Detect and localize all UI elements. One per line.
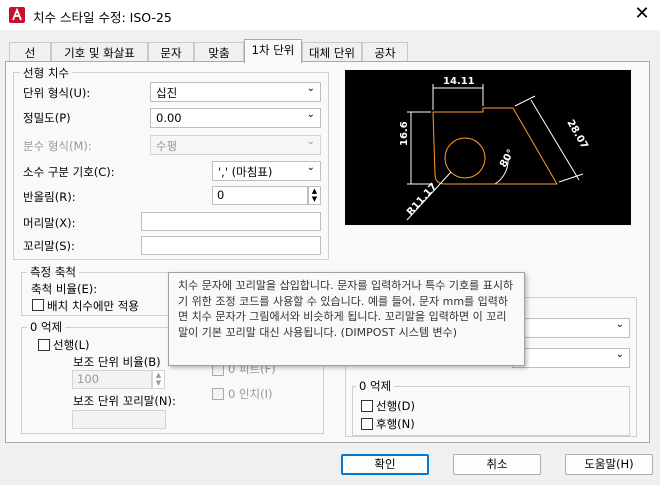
decimal-separator-value: ',' (마침표): [218, 165, 273, 179]
suffix-tooltip: 치수 문자에 꼬리말을 삽입합니다. 문자를 입력하거나 특수 기호를 표시하기…: [168, 272, 525, 366]
unit-format-label: 단위 형식(U):: [23, 86, 91, 100]
chevron-down-icon: ⌄: [306, 162, 315, 173]
tab-lines[interactable]: 선: [9, 42, 51, 62]
suffix-input[interactable]: [141, 236, 321, 255]
preview-dim-left: 16.6: [399, 121, 410, 146]
unit-format-value: 십진: [156, 86, 178, 100]
leading-zero-checkbox[interactable]: [38, 339, 50, 351]
fraction-format-select[interactable]: 수평 ⌄: [150, 135, 321, 155]
sub-unit-suffix-input[interactable]: [72, 410, 166, 429]
help-button[interactable]: 도움말(H): [565, 454, 653, 475]
leading-zero-label: 선행(L): [53, 338, 90, 352]
decimal-separator-label: 소수 구분 기호(C):: [23, 165, 115, 179]
decimal-separator-select[interactable]: ',' (마침표) ⌄: [212, 161, 321, 181]
preview-radius: R11.17: [405, 181, 440, 218]
layout-only-checkbox[interactable]: [32, 299, 44, 311]
window-title: 치수 스타일 수정: ISO-25: [33, 10, 172, 25]
linear-group-title: 선형 치수: [20, 65, 72, 81]
zero-suppression-title: 0 억제: [27, 319, 66, 335]
sub-unit-factor-label: 보조 단위 비율(B): [73, 355, 161, 369]
preview-dim-right: 28.07: [564, 118, 589, 151]
precision-label: 정밀도(P): [23, 111, 71, 125]
roundoff-input[interactable]: 0: [212, 186, 308, 205]
zero-suppression-right-title: 0 억제: [356, 378, 395, 394]
tab-tolerances[interactable]: 공차: [362, 42, 408, 62]
chevron-down-icon: ⌄: [306, 136, 315, 147]
dimension-preview: 14.11 16.6 28.07 80° R11.17: [345, 70, 631, 225]
prefix-label: 머리말(X):: [23, 216, 76, 230]
tab-fit[interactable]: 맞춤: [194, 42, 244, 62]
chevron-down-icon: ⌄: [615, 319, 624, 330]
precision-select[interactable]: 0.00 ⌄: [150, 108, 321, 128]
prefix-input[interactable]: [141, 212, 321, 231]
zero-inches-label: 0 인치(I): [228, 387, 273, 401]
scale-group-title: 측정 축척: [27, 264, 79, 280]
tab-primary-units[interactable]: 1차 단위: [244, 39, 302, 63]
chevron-down-icon: ⌄: [306, 83, 315, 94]
leading-d-checkbox[interactable]: [361, 400, 373, 412]
chevron-down-icon: ⌄: [615, 349, 624, 360]
precision-value: 0.00: [156, 111, 182, 125]
roundoff-spinner[interactable]: ▲ ▼: [308, 186, 321, 205]
unit-format-select[interactable]: 십진 ⌄: [150, 82, 321, 102]
trailing-n-label: 후행(N): [376, 417, 415, 431]
preview-drawing: 14.11 16.6 28.07 80° R11.17: [399, 76, 590, 221]
preview-angle: 80°: [498, 148, 517, 170]
tab-alternate-units[interactable]: 대체 단위: [302, 42, 362, 62]
chevron-down-icon: ⌄: [306, 109, 315, 120]
leading-d-label: 선행(D): [376, 399, 415, 413]
preview-dim-top: 14.11: [443, 76, 475, 87]
right-select-1[interactable]: ⌄: [512, 318, 630, 338]
fraction-format-value: 수평: [156, 139, 178, 153]
right-select-2[interactable]: ⌄: [512, 348, 630, 368]
autocad-app-icon: [9, 7, 25, 23]
layout-only-label: 배치 치수에만 적용: [47, 299, 139, 313]
tab-symbols-arrows[interactable]: 기호 및 화살표: [51, 42, 148, 62]
close-icon[interactable]: ✕: [630, 4, 654, 26]
trailing-n-checkbox[interactable]: [361, 418, 373, 430]
tab-text[interactable]: 문자: [148, 42, 194, 62]
fraction-format-label: 분수 형식(M):: [23, 139, 92, 153]
sub-unit-suffix-label: 보조 단위 꼬리말(N):: [73, 394, 176, 408]
ok-button[interactable]: 확인: [341, 454, 429, 475]
suffix-label: 꼬리말(S):: [23, 239, 75, 253]
roundoff-label: 반올림(R):: [23, 190, 76, 204]
scale-factor-label: 축척 비율(E):: [31, 282, 98, 296]
cancel-button[interactable]: 취소: [453, 454, 541, 475]
sub-unit-factor-input[interactable]: 100: [72, 370, 152, 389]
zero-inches-checkbox[interactable]: [212, 388, 224, 400]
sub-unit-factor-spinner[interactable]: ▲ ▼: [152, 370, 165, 389]
